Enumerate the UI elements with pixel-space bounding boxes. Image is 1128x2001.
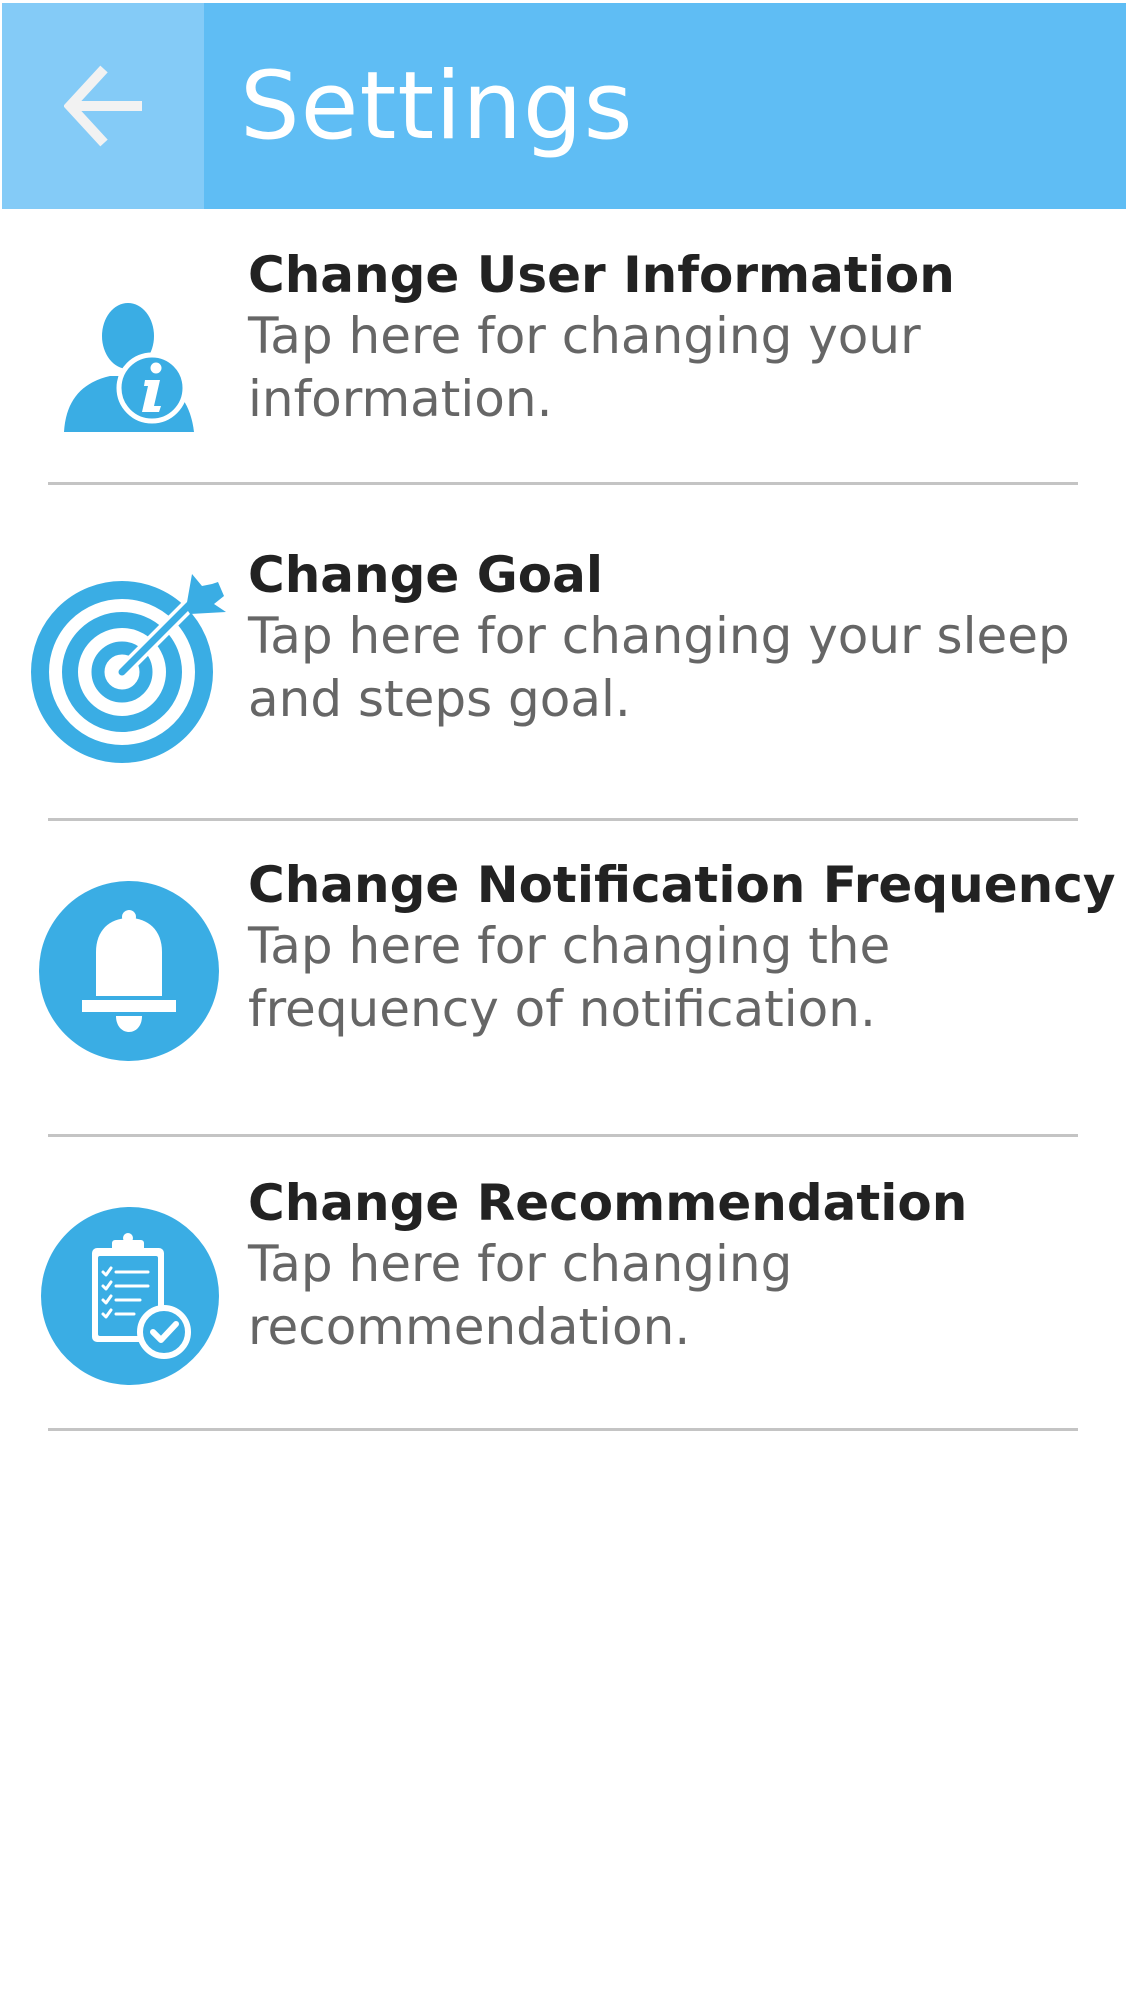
user-info-icon [64, 303, 194, 432]
settings-item-description: Tap here for changing your information. [248, 307, 921, 428]
clipboard-check-icon [41, 1207, 219, 1385]
settings-item-description: Tap here for changing the frequency of n… [248, 917, 891, 1038]
page-title: Settings [240, 52, 634, 161]
target-icon [31, 574, 226, 763]
arrow-left-icon [64, 65, 142, 147]
back-button[interactable] [2, 3, 204, 209]
settings-item-notification-frequency[interactable]: Change Notification Frequency Tap here f… [0, 850, 1128, 1130]
settings-item-goal[interactable]: Change Goal Tap here for changing your s… [0, 540, 1128, 810]
settings-item-title: Change Recommendation [248, 1174, 968, 1232]
settings-item-recommendation[interactable]: Change Recommendation Tap here for chang… [0, 1168, 1128, 1418]
divider [48, 1134, 1078, 1137]
app-bar: Settings [2, 3, 1126, 209]
settings-screen: Settings Change User Information Tap her… [0, 0, 1128, 2001]
settings-item-title: Change User Information [248, 246, 955, 304]
settings-item-user-information[interactable]: Change User Information Tap here for cha… [0, 240, 1128, 480]
divider [48, 818, 1078, 821]
divider [48, 1428, 1078, 1431]
settings-item-title: Change Goal [248, 546, 604, 604]
bell-icon [39, 881, 219, 1061]
settings-item-description: Tap here for changing recommendation. [248, 1235, 793, 1356]
settings-item-title: Change Notification Frequency [248, 856, 1116, 914]
divider [48, 482, 1078, 485]
settings-item-description: Tap here for changing your sleep and ste… [248, 607, 1070, 728]
